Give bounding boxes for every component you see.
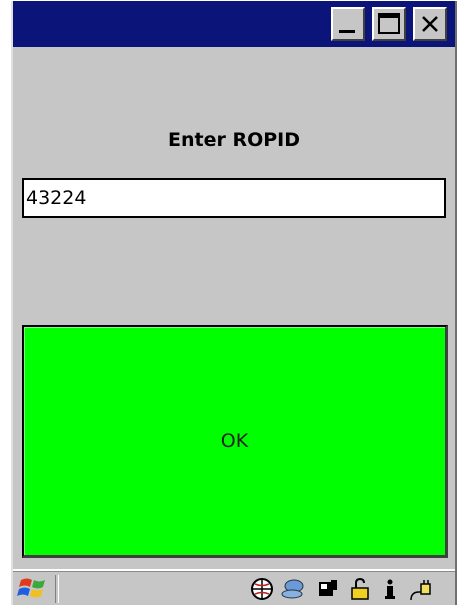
close-icon	[422, 16, 438, 32]
device-screen: Enter ROPID OK	[11, 1, 457, 605]
maximize-button[interactable]	[372, 7, 406, 41]
power-plug-icon[interactable]	[407, 576, 433, 602]
windows-logo-icon	[17, 578, 45, 598]
storage-card-icon[interactable]	[315, 576, 341, 602]
title-bar	[13, 1, 455, 47]
taskbar-separator	[55, 575, 59, 603]
ropid-prompt-label: Enter ROPID	[167, 129, 300, 151]
start-button[interactable]	[15, 573, 51, 603]
lock-icon[interactable]	[347, 576, 373, 602]
connection-icon[interactable]	[281, 576, 307, 602]
network-globe-icon[interactable]	[249, 576, 275, 602]
taskbar	[13, 569, 455, 605]
minimize-button[interactable]	[331, 7, 365, 41]
close-button[interactable]	[413, 7, 447, 41]
minimize-icon	[339, 30, 355, 33]
info-icon[interactable]	[377, 576, 403, 602]
maximize-icon	[378, 13, 400, 34]
ok-button[interactable]: OK	[22, 325, 448, 558]
ropid-input[interactable]	[22, 178, 446, 218]
